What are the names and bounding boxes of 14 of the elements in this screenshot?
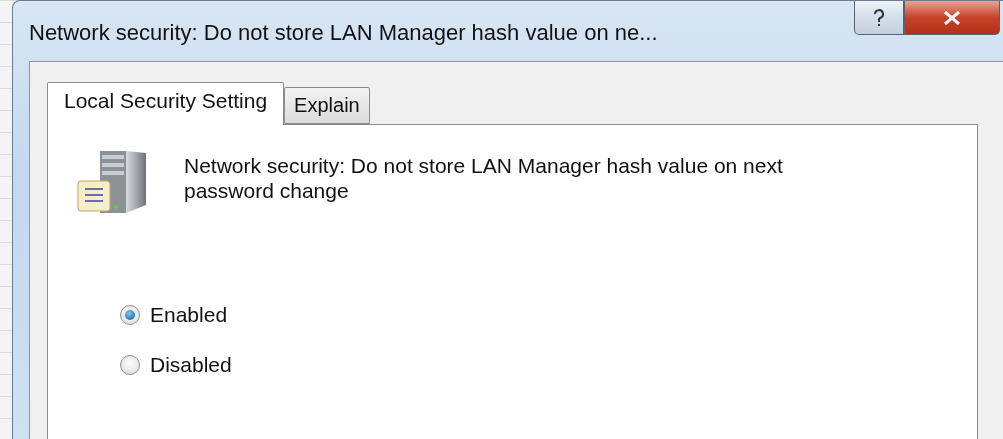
option-label: Disabled (150, 353, 232, 377)
policy-description: Network security: Do not store LAN Manager hash value on next password change (184, 153, 784, 204)
close-icon (943, 10, 961, 25)
option-label: Enabled (150, 303, 228, 327)
window-title: Network security: Do not store LAN Manager hash value on ne... (29, 20, 659, 46)
tab[interactable]: Explain (284, 87, 370, 124)
tab[interactable]: Local Security Setting (47, 82, 285, 125)
close-button[interactable] (904, 1, 1000, 35)
help-icon (873, 8, 885, 27)
radio-button[interactable] (120, 305, 140, 325)
help-button[interactable] (854, 1, 904, 35)
radio-button[interactable] (120, 355, 140, 375)
radio-option[interactable]: Enabled (120, 303, 957, 327)
radio-option[interactable]: Disabled (120, 353, 957, 377)
